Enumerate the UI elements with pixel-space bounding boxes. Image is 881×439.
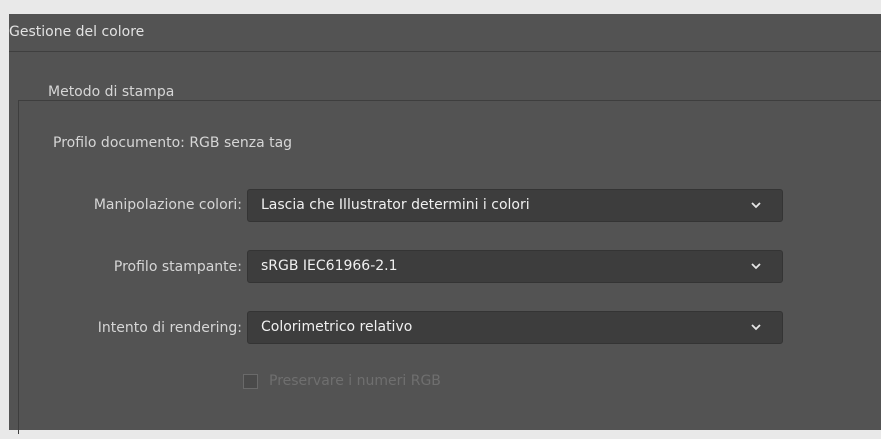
color-handling-dropdown[interactable]: Lascia che Illustrator determini i color… [247,189,783,222]
printer-profile-label: Profilo stampante: [113,259,242,275]
chevron-down-icon [751,263,761,270]
section-title: Gestione del colore [9,24,145,40]
preserve-rgb-label: Preservare i numeri RGB [269,373,441,389]
document-profile-label: Profilo documento: [53,135,185,151]
rendering-intent-dropdown[interactable]: Colorimetrico relativo [247,311,783,344]
preserve-rgb-checkbox[interactable] [243,374,258,389]
rendering-intent-label: Intento di rendering: [97,320,242,336]
printer-profile-value: sRGB IEC61966-2.1 [261,258,398,274]
print-method-title: Metodo di stampa [42,84,181,100]
color-handling-label: Manipolazione colori: [93,197,242,213]
printer-profile-dropdown[interactable]: sRGB IEC61966-2.1 [247,250,783,283]
section-header: Gestione del colore [9,14,881,52]
chevron-down-icon [751,324,761,331]
document-profile-value: RGB senza tag [189,135,293,151]
document-profile-row: Profilo documento: RGB senza tag [53,135,292,151]
chevron-down-icon [751,202,761,209]
color-handling-value: Lascia che Illustrator determini i color… [261,197,530,213]
color-management-panel: Gestione del colore Metodo di stampa Pro… [9,14,881,434]
rendering-intent-value: Colorimetrico relativo [261,319,413,335]
